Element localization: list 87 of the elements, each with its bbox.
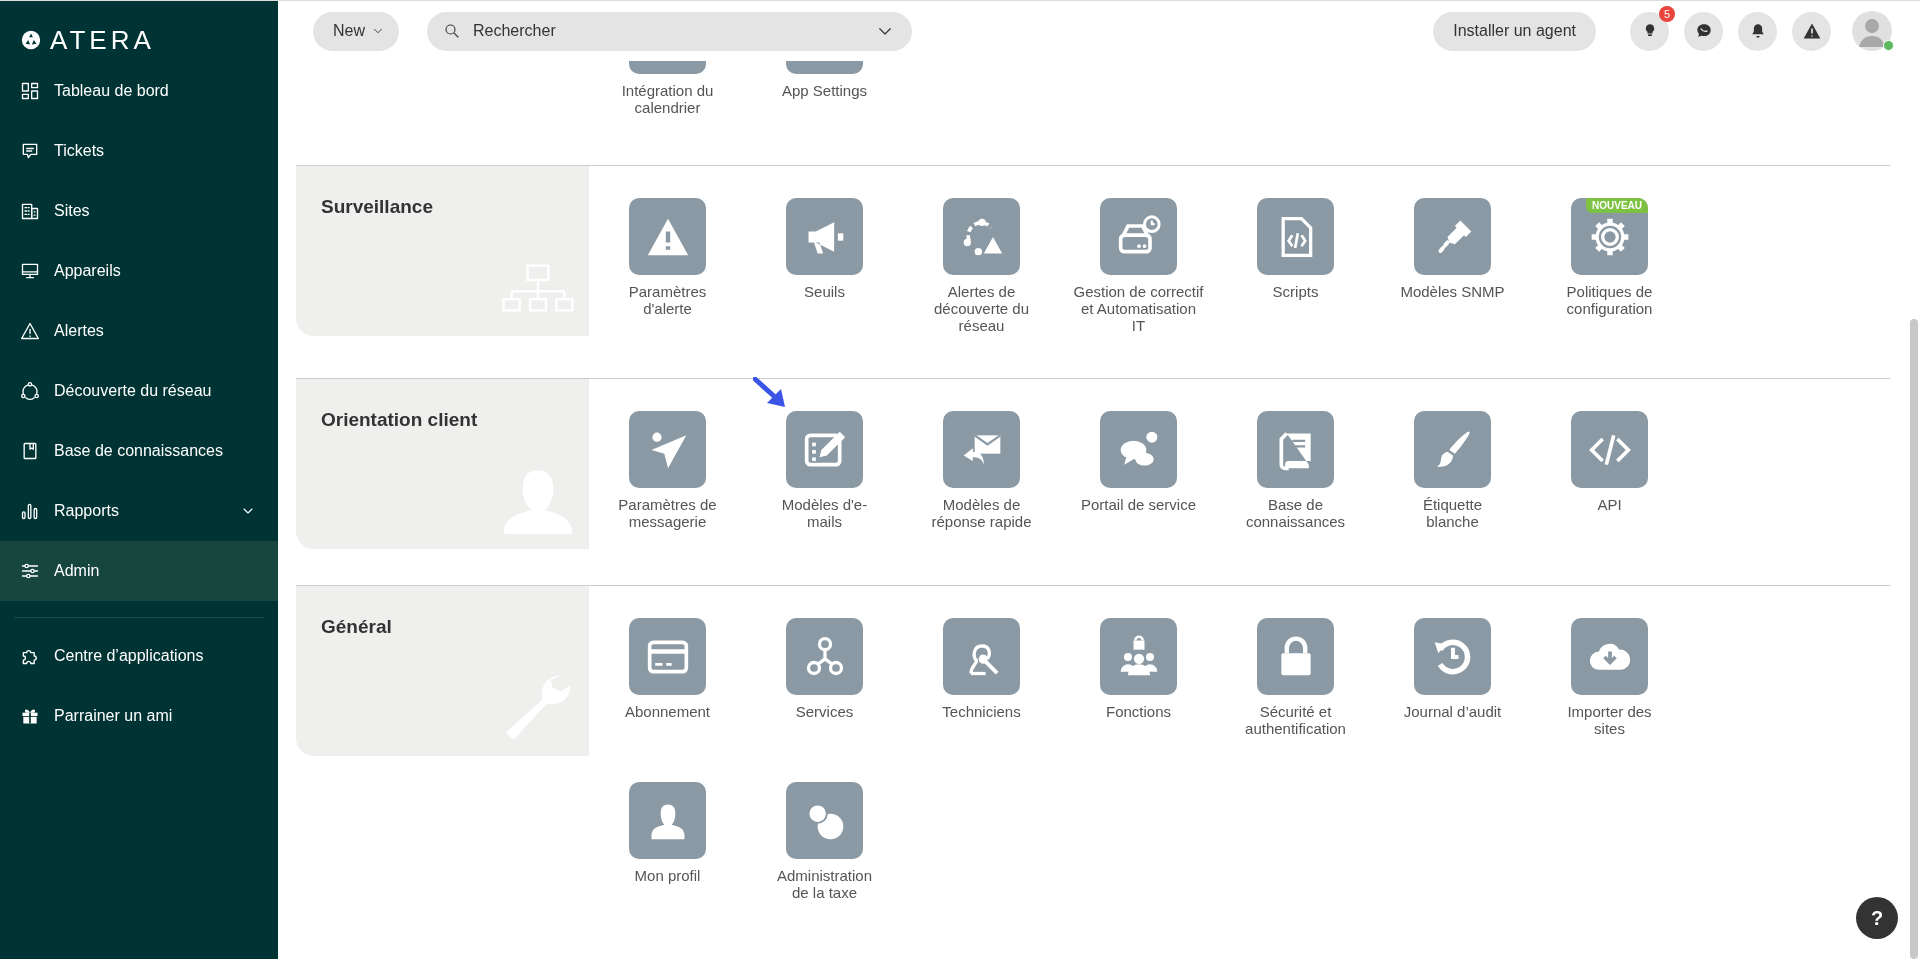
logo-text: ATERA bbox=[50, 27, 155, 53]
new-button[interactable]: New bbox=[313, 11, 399, 51]
tile-label[interactable]: Intégration du calendrier bbox=[621, 82, 714, 116]
user-avatar[interactable] bbox=[1852, 11, 1892, 51]
section-title: Orientation client bbox=[321, 409, 479, 431]
new-badge: NOUVEAU bbox=[1586, 198, 1648, 213]
pointer-arrow bbox=[753, 377, 787, 409]
settings-tile[interactable] bbox=[629, 782, 706, 859]
sliders-icon bbox=[20, 561, 40, 581]
tile-label[interactable]: Politiques de configuration bbox=[1566, 283, 1653, 317]
install-agent-button[interactable]: Installer un agent bbox=[1433, 11, 1596, 51]
toolbar-button[interactable] bbox=[1792, 11, 1831, 51]
settings-tile[interactable] bbox=[1100, 198, 1177, 275]
warning-icon bbox=[1801, 21, 1822, 41]
sidebar-item[interactable]: Base de connaissances bbox=[0, 421, 278, 481]
sidebar-item[interactable]: Admin bbox=[0, 541, 278, 601]
tile-label[interactable]: Modèles d'e- mails bbox=[781, 496, 868, 530]
tile-label[interactable]: Gestion de correctif et Automatisation IT bbox=[1073, 283, 1204, 334]
logo-icon bbox=[20, 29, 42, 51]
scrollbar-thumb[interactable] bbox=[1910, 319, 1918, 959]
sidebar-item[interactable]: Découverte du réseau bbox=[0, 361, 278, 421]
settings-tile[interactable] bbox=[1100, 411, 1177, 488]
sidebar-item[interactable]: Tableau de bord bbox=[0, 61, 278, 121]
dashboard-icon bbox=[20, 81, 40, 101]
tile-label[interactable]: Importer des sites bbox=[1567, 703, 1652, 737]
settings-tile[interactable] bbox=[943, 411, 1020, 488]
section-title: Surveillance bbox=[321, 196, 434, 218]
tile-label[interactable]: Base de connaissances bbox=[1245, 496, 1346, 530]
toolbar-button[interactable] bbox=[1630, 11, 1669, 51]
settings-tile[interactable] bbox=[1257, 411, 1334, 488]
sidebar-item[interactable]: Parrainer un ami bbox=[0, 686, 278, 746]
settings-tile[interactable] bbox=[786, 782, 863, 859]
building-icon bbox=[20, 201, 40, 221]
tile-label[interactable]: Paramètres d'alerte bbox=[628, 283, 707, 317]
toolbar-button[interactable] bbox=[1684, 11, 1723, 51]
tile-label[interactable]: Journal d’audit bbox=[1403, 703, 1502, 720]
count-badge: 5 bbox=[1659, 5, 1675, 22]
settings-tile[interactable] bbox=[786, 618, 863, 695]
tile-label[interactable]: App Settings bbox=[781, 82, 868, 99]
sidebar-item[interactable]: Centre d’applications bbox=[0, 626, 278, 686]
sidebar-item[interactable]: Appareils bbox=[0, 241, 278, 301]
bar-chart-icon bbox=[20, 501, 40, 521]
chat-bubble-icon bbox=[20, 141, 40, 161]
tile-label[interactable]: Techniciens bbox=[942, 703, 1021, 720]
tile-label[interactable]: Portail de service bbox=[1080, 496, 1197, 513]
sidebar-item[interactable]: Alertes bbox=[0, 301, 278, 361]
sidebar-item[interactable]: Tickets bbox=[0, 121, 278, 181]
tile-label[interactable]: Scripts bbox=[1272, 283, 1319, 300]
settings-tile[interactable] bbox=[1257, 618, 1334, 695]
settings-tile[interactable] bbox=[1414, 411, 1491, 488]
settings-tile[interactable] bbox=[943, 618, 1020, 695]
settings-tile[interactable] bbox=[786, 411, 863, 488]
network-nodes-icon bbox=[20, 381, 40, 401]
settings-tile[interactable] bbox=[1571, 411, 1648, 488]
settings-tile[interactable] bbox=[1414, 618, 1491, 695]
settings-tile[interactable] bbox=[786, 198, 863, 275]
tile-label[interactable]: Abonnement bbox=[624, 703, 711, 720]
section-title: Général bbox=[321, 616, 393, 638]
tile-label[interactable]: Paramètres de messagerie bbox=[618, 496, 717, 530]
settings-tile[interactable] bbox=[629, 618, 706, 695]
monitor-icon bbox=[20, 261, 40, 281]
search-icon bbox=[443, 22, 461, 40]
search-field[interactable]: Rechercher bbox=[427, 11, 912, 51]
settings-tile[interactable] bbox=[629, 198, 706, 275]
settings-tile[interactable] bbox=[1257, 198, 1334, 275]
help-button[interactable]: ? bbox=[1856, 897, 1898, 939]
tile-label[interactable]: Étiquette blanche bbox=[1422, 496, 1483, 530]
sidebar-item[interactable]: Rapports bbox=[0, 481, 278, 541]
tile-label[interactable]: Seuils bbox=[804, 283, 845, 300]
tile-label[interactable]: Services bbox=[795, 703, 854, 720]
sidebar-item[interactable]: Sites bbox=[0, 181, 278, 241]
settings-tile[interactable] bbox=[629, 411, 706, 488]
tile-label[interactable]: Mon profil bbox=[634, 867, 701, 884]
tile-label[interactable]: Administration de la taxe bbox=[776, 867, 872, 901]
settings-tile[interactable] bbox=[1571, 618, 1648, 695]
warning-icon bbox=[20, 321, 40, 341]
tile-label[interactable]: Modèles de réponse rapide bbox=[931, 496, 1032, 530]
toolbar-button[interactable] bbox=[1738, 11, 1777, 51]
search-input[interactable]: Rechercher bbox=[471, 21, 876, 41]
settings-tile[interactable] bbox=[943, 198, 1020, 275]
tile-label[interactable]: Modèles SNMP bbox=[1400, 283, 1505, 300]
tile-label[interactable]: Alertes de découverte du réseau bbox=[933, 283, 1030, 334]
tile-label[interactable]: API bbox=[1597, 496, 1622, 513]
settings-tile[interactable] bbox=[1414, 198, 1491, 275]
tile-label[interactable]: Sécurité et authentification bbox=[1245, 703, 1346, 737]
settings-tile[interactable] bbox=[1100, 618, 1177, 695]
tile-label[interactable]: Fonctions bbox=[1105, 703, 1171, 720]
